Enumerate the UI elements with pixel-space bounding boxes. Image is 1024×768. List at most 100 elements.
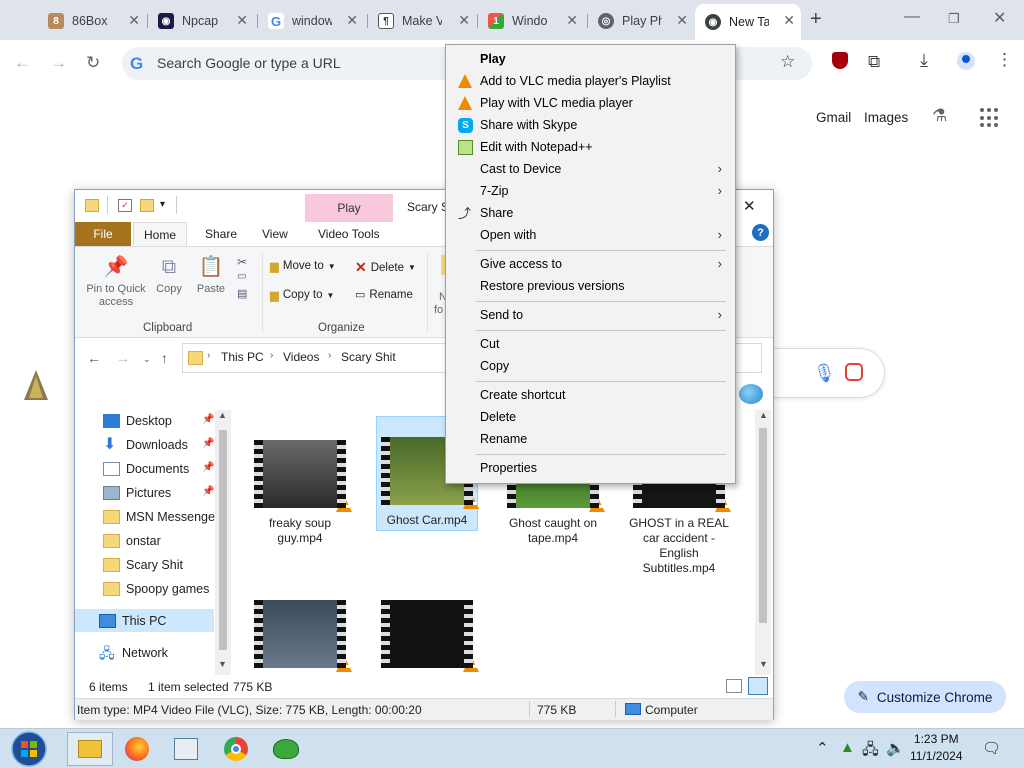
reload-icon[interactable]: ↻ [86,53,100,73]
tab-86box[interactable]: 8 86Box ✕ [38,6,146,36]
pin-to-quick-access-button[interactable]: 📌 Pin to Quick access [83,251,149,309]
menu-item-play[interactable]: Play [447,48,734,70]
menu-item-play-with-vlc[interactable]: Play with VLC media player [447,92,734,114]
close-icon[interactable]: ✕ [458,12,470,29]
images-link[interactable]: Images [864,110,908,125]
back-arrow-icon[interactable]: ← [87,350,101,366]
start-button[interactable] [9,731,53,767]
menu-item-rename[interactable]: Rename [447,428,734,450]
nav-item-spoopy-games[interactable]: Spoopy games [103,578,209,600]
breadcrumb-videos[interactable]: Videos [283,350,319,364]
close-icon[interactable]: ✕ [236,12,248,29]
download-icon[interactable]: ⤓ [920,50,928,71]
taskbar-chrome[interactable] [213,732,259,766]
tab-home[interactable]: Home [133,222,188,246]
menu-kebab-icon[interactable]: ⋮ [996,50,1013,70]
scroll-down-icon[interactable]: ▼ [218,659,227,669]
system-clock[interactable]: 1:23 PM 11/1/2024 [910,731,963,765]
up-arrow-icon[interactable]: ↑ [161,350,168,366]
menu-item-restore-previous-versions[interactable]: Restore previous versions [447,275,734,297]
network-tray-icon[interactable]: 🖧 [862,739,879,764]
nav-item-documents[interactable]: Documents [103,458,189,480]
menu-item-add-to-vlc-playlist[interactable]: Add to VLC media player's Playlist [447,70,734,92]
close-window-icon[interactable]: ✕ [993,8,1006,28]
close-icon[interactable]: ✕ [346,12,358,29]
nav-item-network[interactable]: 🖧 Network [99,642,168,664]
show-hidden-icons-icon[interactable]: ⌃ [816,739,829,757]
copy-to-button[interactable]: ▆ Copy to ▼ [270,288,334,302]
forward-arrow-icon[interactable]: → [116,350,130,366]
nav-item-desktop[interactable]: Desktop [103,410,172,432]
menu-item-delete[interactable]: Delete [447,406,734,428]
omnibox-placeholder[interactable]: Search Google or type a URL [157,55,341,71]
forward-arrow-icon[interactable]: → [50,53,67,73]
breadcrumb-this-pc[interactable]: This PC [221,350,264,364]
nav-pane-scrollbar[interactable] [215,410,231,675]
breadcrumb-chevron-icon[interactable]: › [207,350,210,361]
large-icons-view-icon[interactable] [748,677,768,695]
close-icon[interactable]: ✕ [566,12,578,29]
copy-button[interactable]: ⧉ Copy [153,251,185,296]
taskbar-firefox[interactable] [114,732,160,766]
copy-path-icon[interactable]: ▭ [237,271,246,282]
menu-item-create-shortcut[interactable]: Create shortcut [447,384,734,406]
menu-item-copy[interactable]: Copy [447,355,734,377]
scroll-down-icon[interactable]: ▼ [759,659,768,669]
cut-icon[interactable]: ✂ [237,253,247,271]
voice-search-icon[interactable]: 🎙 [813,363,836,384]
breadcrumb-chevron-icon[interactable]: › [328,350,331,361]
customize-chrome-button[interactable]: ✎ Customize Chrome [844,681,1006,713]
bookmark-star-icon[interactable]: ☆ [780,52,795,72]
nav-item-this-pc[interactable]: This PC [99,610,166,632]
file-item-video-5[interactable] [249,600,352,676]
gmail-link[interactable]: Gmail [816,110,851,125]
menu-item-open-with[interactable]: Open with › [447,224,734,246]
delete-button[interactable]: ✕ Delete ▼ [355,259,416,276]
new-tab-button[interactable]: + [810,8,822,31]
ublock-origin-icon[interactable] [832,52,848,69]
qa-dropdown-icon[interactable]: ▾ [160,199,165,210]
profile-avatar-icon[interactable] [957,52,975,70]
play-contextual-tab[interactable]: Play [305,194,393,222]
restore-icon[interactable]: ❐ [948,11,960,27]
lens-icon[interactable] [845,363,863,381]
menu-item-properties[interactable]: Properties [447,457,734,479]
help-icon[interactable]: ? [752,224,769,241]
google-apps-icon[interactable] [980,108,1000,128]
menu-item-give-access-to[interactable]: Give access to › [447,253,734,275]
nav-item-scary-shit[interactable]: Scary Shit [103,554,183,576]
file-item-video-6[interactable] [376,600,479,676]
taskbar-frog-app[interactable] [263,732,309,766]
breadcrumb-chevron-icon[interactable]: › [270,350,273,361]
scrollbar-thumb[interactable] [219,430,227,650]
details-view-icon[interactable] [726,679,742,693]
volume-icon[interactable]: 🔈 [886,739,905,757]
close-window-icon[interactable]: ✕ [743,197,756,215]
taskbar-control-panel[interactable] [163,732,209,766]
nav-item-msn-messenger[interactable]: MSN Messenger [103,506,219,528]
minimize-icon[interactable]: — [904,8,920,26]
content-scrollbar[interactable] [755,410,771,675]
properties-check-icon[interactable]: ✓ [118,199,132,212]
desktop-shortcut-icon[interactable] [22,368,50,405]
recent-locations-icon[interactable]: ⌄ [143,354,151,365]
menu-item-send-to[interactable]: Send to › [447,304,734,326]
notifications-icon[interactable]: 🗨 [982,739,1001,757]
menu-item-edit-with-notepad-plus-plus[interactable]: Edit with Notepad++ [447,136,734,158]
tab-new-tab[interactable]: ◉ New Ta ✕ [695,4,801,40]
menu-item-share[interactable]: ⤴ Share [447,202,734,224]
back-arrow-icon[interactable]: ← [14,53,31,73]
scroll-up-icon[interactable]: ▲ [218,410,227,420]
menu-item-share-with-skype[interactable]: S Share with Skype [447,114,734,136]
scroll-up-icon[interactable]: ▲ [759,410,768,420]
rename-button[interactable]: ▭ Rename [355,288,413,302]
tray-tree-icon[interactable]: ▲ [840,739,855,756]
tab-make[interactable]: ¶ Make V ✕ [368,6,476,36]
tab-windows[interactable]: 1 Windo ✕ [478,6,584,36]
nav-item-onstar[interactable]: onstar [103,530,161,552]
tab-view[interactable]: View [252,222,298,246]
tab-video-tools[interactable]: Video Tools [308,222,390,246]
file-item-freaky-soup-guy[interactable]: freaky soup guy.mp4 [249,440,352,546]
labs-flask-icon[interactable]: ⚗ [932,106,947,126]
new-folder-icon[interactable] [140,199,154,212]
